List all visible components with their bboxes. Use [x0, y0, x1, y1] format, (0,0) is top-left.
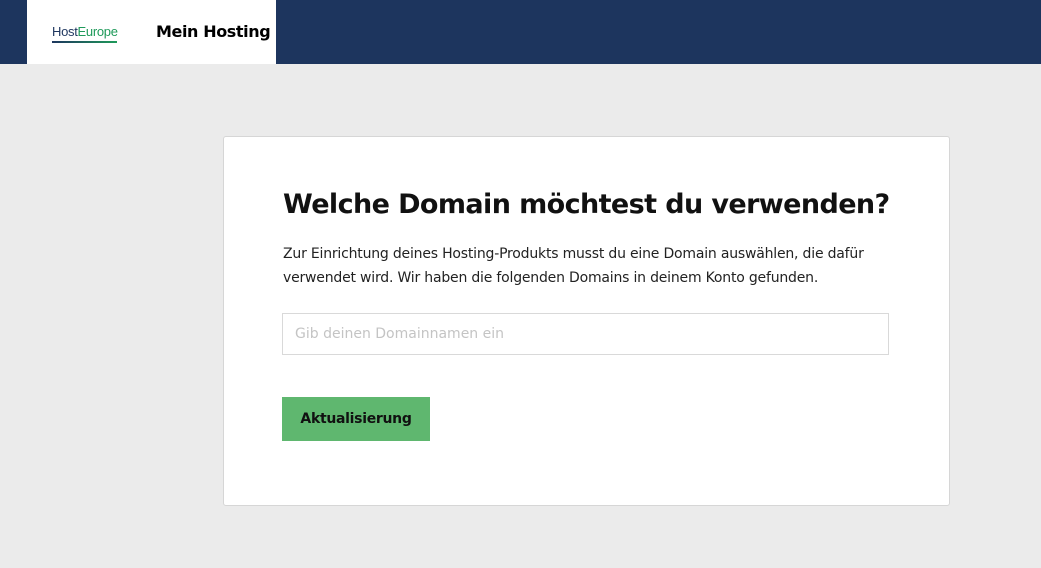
app-title[interactable]: Mein Hosting: [156, 22, 271, 41]
card-title: Welche Domain möchtest du verwenden?: [283, 189, 890, 220]
update-button[interactable]: Aktualisierung: [282, 397, 430, 441]
logo-word-europe: Europe: [77, 24, 118, 39]
top-navigation-bar: HostEurope Mein Hosting: [0, 0, 1041, 64]
card-description: Zur Einrichtung deines Hosting-Produkts …: [283, 246, 864, 286]
logo-word-host: Host: [52, 24, 78, 39]
logo-underline: [52, 41, 117, 43]
domain-name-input[interactable]: [282, 313, 889, 355]
brand-box: HostEurope Mein Hosting: [27, 0, 276, 64]
domain-selection-card: Welche Domain möchtest du verwenden? Zur…: [223, 136, 950, 506]
host-europe-logo[interactable]: HostEurope: [52, 24, 118, 44]
